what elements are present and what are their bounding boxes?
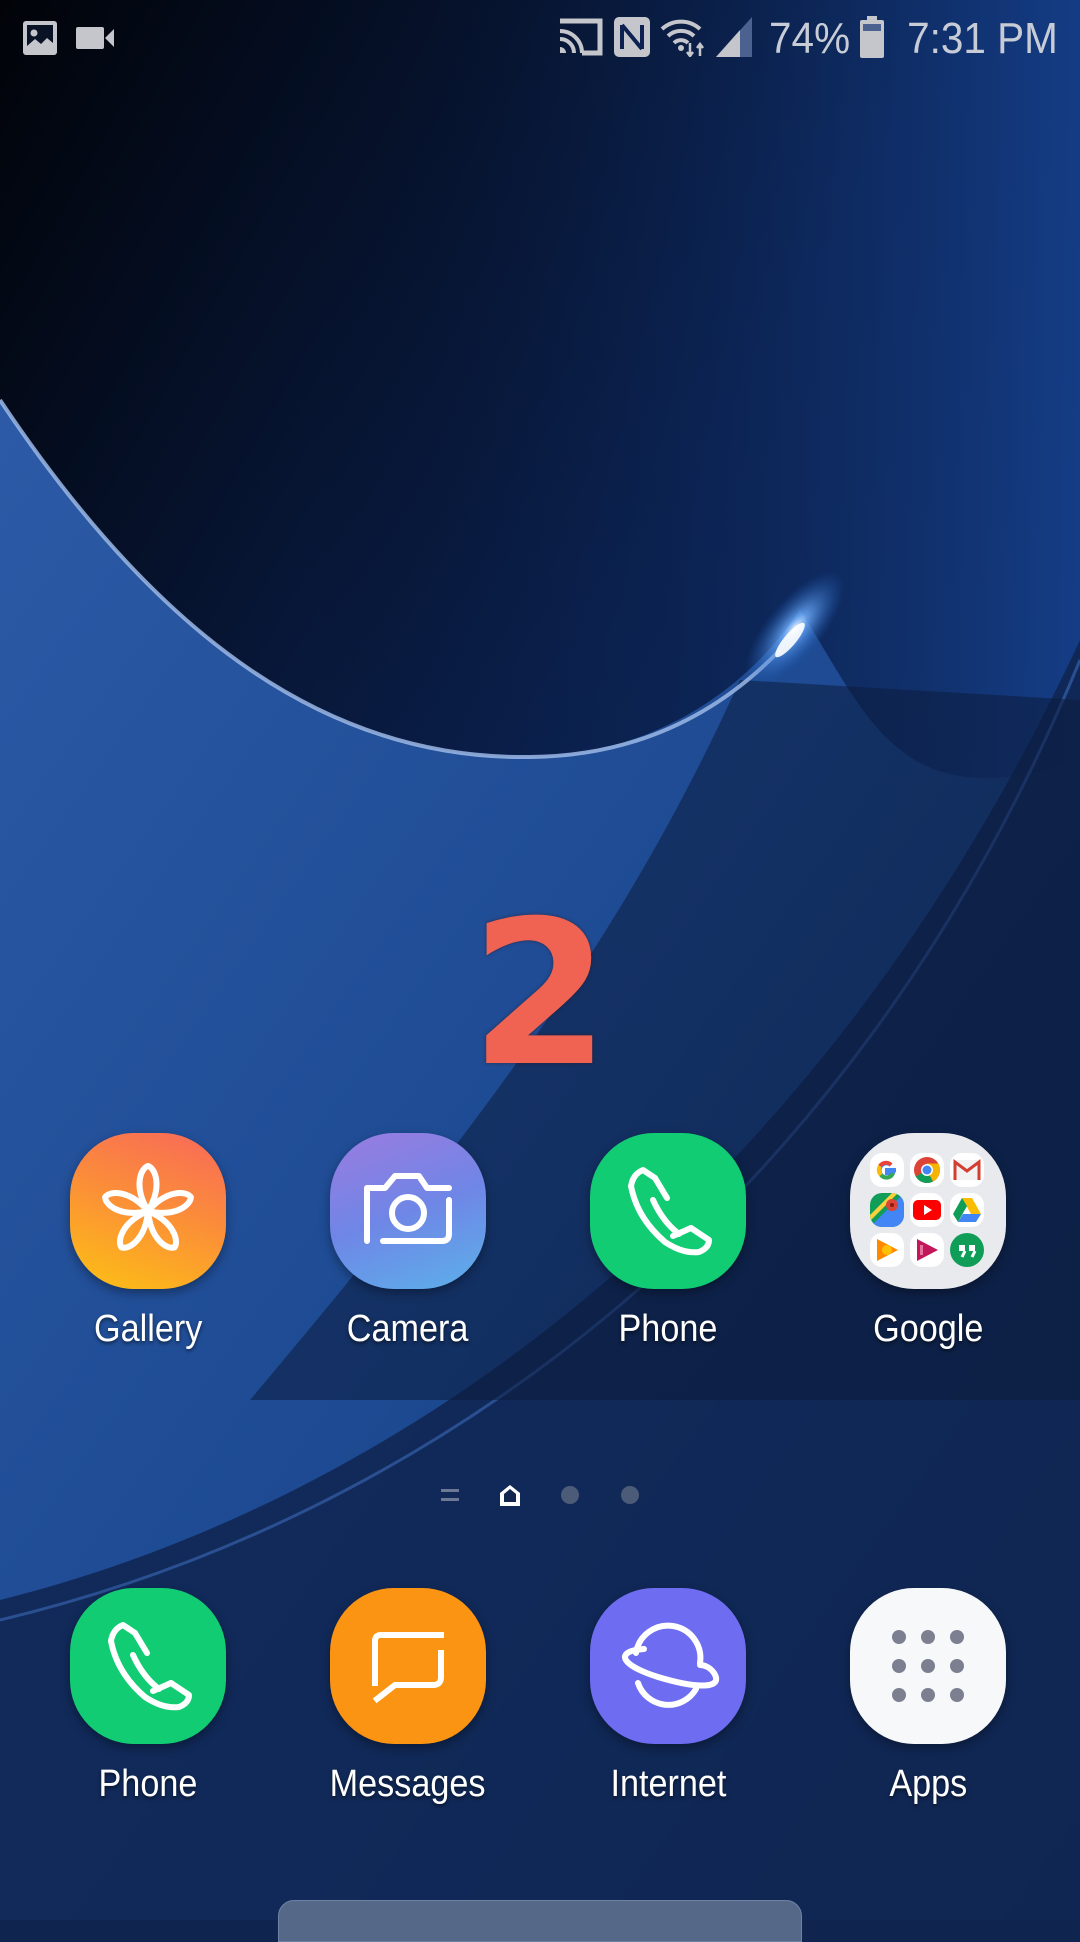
app-label: Messages bbox=[330, 1763, 486, 1805]
step-annotation-number: 2 bbox=[470, 878, 610, 1111]
app-grid-icon bbox=[850, 1588, 1006, 1744]
wifi-data-icon bbox=[660, 17, 706, 62]
page-indicator-menu[interactable] bbox=[420, 1480, 480, 1510]
google-search-icon bbox=[870, 1153, 904, 1187]
page-indicator-home[interactable] bbox=[480, 1480, 540, 1510]
drive-icon bbox=[950, 1193, 984, 1227]
gmail-icon bbox=[950, 1153, 984, 1187]
nfc-icon bbox=[614, 16, 651, 62]
page-dot-icon bbox=[561, 1486, 579, 1504]
bottom-panel-handle[interactable] bbox=[278, 1900, 802, 1942]
app-label: Google bbox=[872, 1308, 984, 1350]
app-phone[interactable]: Phone bbox=[538, 1133, 798, 1351]
gallery-notification-icon bbox=[22, 20, 58, 61]
chrome-icon bbox=[910, 1153, 944, 1187]
app-label: Apps bbox=[889, 1763, 967, 1805]
app-label: Camera bbox=[347, 1308, 469, 1350]
screen-mirroring-icon bbox=[556, 17, 604, 62]
app-label: Phone bbox=[98, 1763, 198, 1805]
app-label: Phone bbox=[618, 1308, 718, 1350]
dock-app-internet[interactable]: Internet bbox=[538, 1588, 798, 1806]
page-indicator bbox=[0, 1480, 1080, 1510]
home-page-icon bbox=[500, 1485, 520, 1506]
message-bubble-icon bbox=[330, 1588, 486, 1744]
battery-percent: 74% bbox=[769, 14, 851, 63]
camera-icon bbox=[330, 1133, 486, 1289]
page-dot-icon bbox=[621, 1486, 639, 1504]
app-folder-google[interactable]: Google bbox=[798, 1133, 1058, 1351]
planet-browser-icon bbox=[590, 1588, 746, 1744]
app-label: Internet bbox=[610, 1763, 726, 1805]
menu-lines-icon bbox=[441, 1489, 459, 1501]
dock-app-phone[interactable]: Phone bbox=[18, 1588, 278, 1806]
hangouts-icon bbox=[950, 1233, 984, 1267]
maps-icon bbox=[870, 1193, 904, 1227]
phone-handset-icon bbox=[70, 1588, 226, 1744]
page-indicator-dot-4[interactable] bbox=[600, 1480, 660, 1510]
signal-strength-icon bbox=[716, 16, 753, 62]
phone-handset-icon bbox=[590, 1133, 746, 1289]
gallery-flower-icon bbox=[70, 1133, 226, 1289]
status-bar: 74% 7:31 PM bbox=[0, 0, 1080, 80]
clock: 7:31 PM bbox=[907, 14, 1058, 63]
youtube-icon bbox=[910, 1193, 944, 1227]
page-indicator-dot-3[interactable] bbox=[540, 1480, 600, 1510]
battery-icon bbox=[860, 15, 885, 63]
home-screen-apps: Gallery Camera Phone Google bbox=[0, 1133, 1080, 1351]
play-music-icon bbox=[870, 1233, 904, 1267]
play-movies-icon bbox=[910, 1233, 944, 1267]
app-label: Gallery bbox=[93, 1308, 203, 1350]
dock-app-apps[interactable]: Apps bbox=[798, 1588, 1058, 1806]
dock: Phone Messages Internet Apps bbox=[0, 1588, 1080, 1806]
video-recording-icon bbox=[76, 25, 116, 56]
google-folder-icon bbox=[850, 1133, 1006, 1289]
dock-app-messages[interactable]: Messages bbox=[278, 1588, 538, 1806]
app-gallery[interactable]: Gallery bbox=[18, 1133, 278, 1351]
app-camera[interactable]: Camera bbox=[278, 1133, 538, 1351]
